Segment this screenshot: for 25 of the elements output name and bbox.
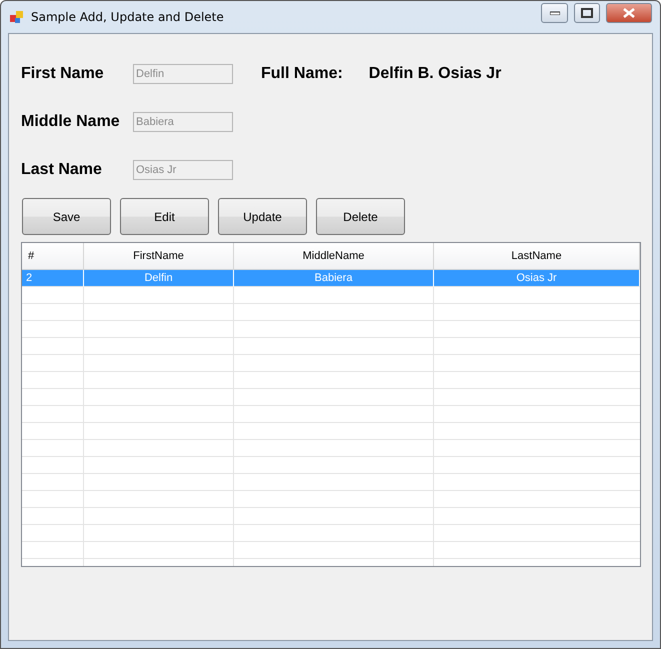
full-name-value: Delfin B. Osias Jr <box>368 65 502 83</box>
table-cell: Osias Jr <box>434 270 640 287</box>
action-button[interactable]: Update <box>218 198 307 235</box>
table-cell: Babiera <box>234 270 434 287</box>
action-button[interactable]: Edit <box>120 198 209 235</box>
table-cell: 2 <box>22 270 84 287</box>
field-label: Middle Name <box>21 113 121 131</box>
field-label: Last Name <box>21 161 103 179</box>
action-button[interactable]: Delete <box>316 198 405 235</box>
minimize-icon <box>550 11 560 15</box>
close-icon <box>623 8 635 18</box>
minimize-button[interactable] <box>541 3 568 23</box>
window-title: Sample Add, Update and Delete <box>31 10 225 24</box>
field-label: First Name <box>21 65 105 83</box>
app-icon <box>9 9 25 25</box>
action-button[interactable]: Save <box>22 198 111 235</box>
table-cell: Delfin <box>84 270 234 287</box>
maximize-button[interactable] <box>574 3 600 23</box>
close-button[interactable] <box>606 3 652 23</box>
column-header[interactable]: # <box>22 243 84 270</box>
column-header[interactable]: MiddleName <box>234 243 434 270</box>
column-header[interactable]: LastName <box>434 243 640 270</box>
full-name-label: Full Name: <box>261 65 343 83</box>
column-header[interactable]: FirstName <box>84 243 234 270</box>
maximize-icon <box>581 8 593 18</box>
